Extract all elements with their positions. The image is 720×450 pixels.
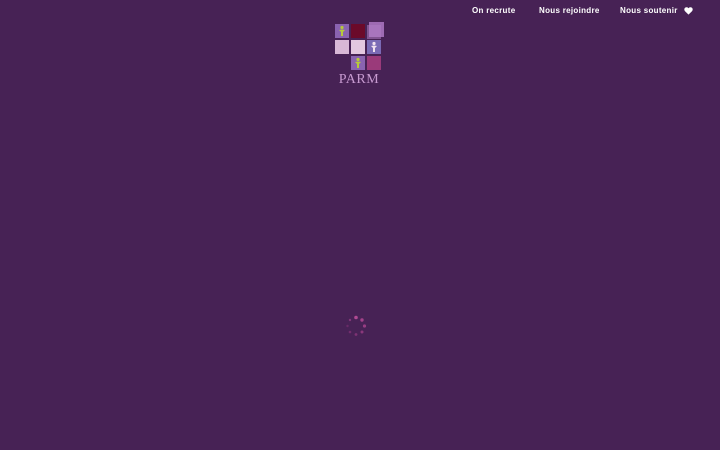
nav-soutenir-label: Nous soutenir: [620, 6, 678, 15]
logo-figure: [340, 25, 344, 30]
logo-text: PARM: [338, 72, 380, 87]
logo-tile: [335, 40, 349, 54]
logo-tile: [351, 40, 365, 54]
logo-figure: [372, 41, 376, 46]
logo-tile: [367, 25, 381, 39]
nav-link-nous-soutenir[interactable]: Nous soutenir: [620, 6, 693, 16]
heart-icon: [683, 7, 693, 15]
logo-tile: [351, 24, 365, 38]
page: On recrute Nous rejoindre Nous soutenir: [0, 0, 720, 450]
parm-logo[interactable]: PARM: [334, 21, 388, 89]
loading-spinner-icon: [346, 315, 367, 336]
nav-link-on-recrute[interactable]: On recrute: [472, 6, 515, 16]
nav-link-nous-rejoindre[interactable]: Nous rejoindre: [539, 6, 600, 16]
logo-figure: [356, 57, 360, 62]
logo-tile: [367, 56, 381, 70]
